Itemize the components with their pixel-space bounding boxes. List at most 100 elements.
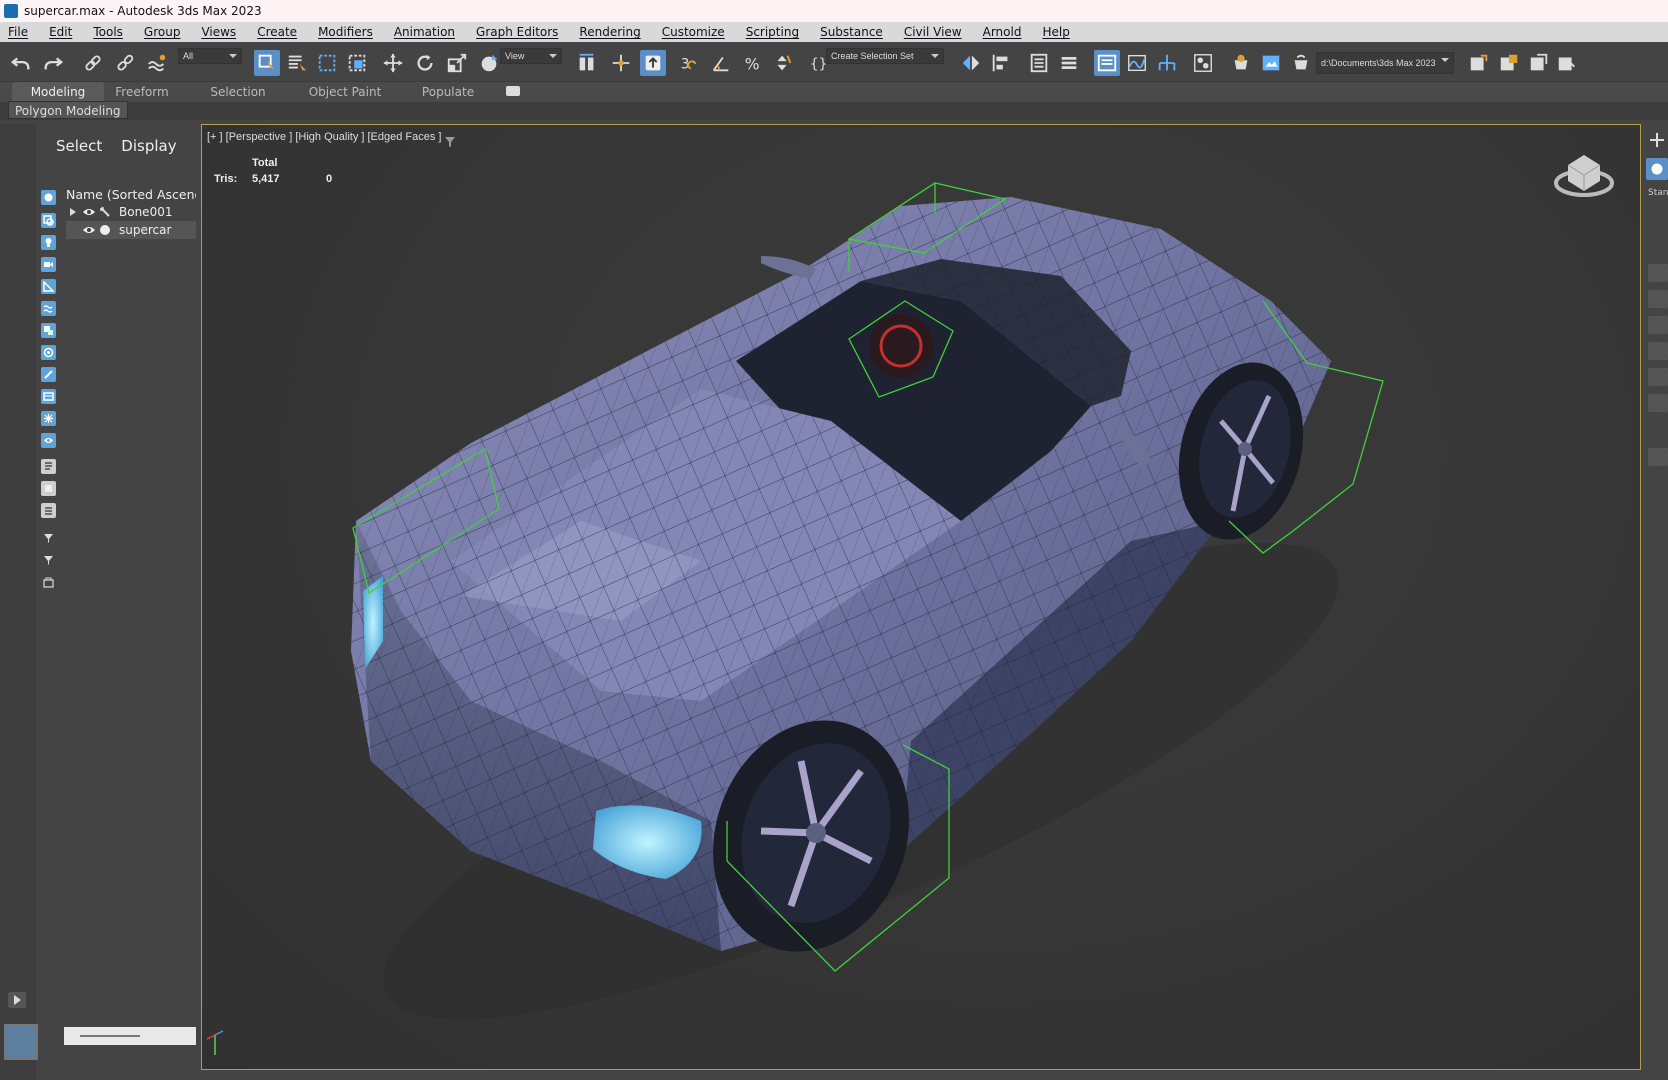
frozen-filter-icon[interactable]: [41, 411, 56, 426]
bones-filter-icon[interactable]: [41, 367, 56, 382]
polygon-modeling-tab[interactable]: Polygon Modeling: [8, 101, 128, 119]
angle-snap-icon[interactable]: [708, 50, 734, 76]
link-icon[interactable]: [80, 50, 106, 76]
menu-civil-view[interactable]: Civil View: [904, 25, 974, 39]
list-item[interactable]: supercar: [66, 221, 196, 239]
containers-filter-icon[interactable]: [41, 389, 56, 404]
selection-set-dropdown[interactable]: Create Selection Set: [826, 48, 944, 64]
rectangular-selection-icon[interactable]: [314, 50, 340, 76]
display-none-icon[interactable]: [41, 503, 56, 518]
menu-arnold[interactable]: Arnold: [983, 25, 1034, 39]
perspective-viewport[interactable]: [201, 124, 1641, 1070]
project-icon-2[interactable]: [1496, 50, 1522, 76]
toggle-scene-explorer-icon[interactable]: [1026, 50, 1052, 76]
display-children-icon[interactable]: [41, 459, 56, 474]
ribbon-options-icon[interactable]: [506, 86, 520, 96]
menu-help[interactable]: Help: [1042, 25, 1081, 39]
geometry-filter-icon[interactable]: [41, 190, 56, 205]
render-setup-icon[interactable]: [1228, 50, 1254, 76]
menu-edit[interactable]: Edit: [49, 25, 84, 39]
snaps-toggle-icon[interactable]: 3: [676, 50, 702, 76]
filter-funnel-icon[interactable]: [41, 531, 56, 546]
project-icon-4[interactable]: [1554, 50, 1580, 76]
select-by-name-icon[interactable]: [284, 50, 310, 76]
toggle-layer-explorer-icon[interactable]: [1056, 50, 1082, 76]
menu-graph-editors[interactable]: Graph Editors: [476, 25, 570, 39]
tab-populate[interactable]: Populate: [410, 82, 486, 102]
bind-space-warp-icon[interactable]: [144, 50, 170, 76]
menu-rendering[interactable]: Rendering: [579, 25, 652, 39]
helpers-filter-icon[interactable]: [41, 279, 56, 294]
rendered-frame-window-icon[interactable]: [1258, 50, 1284, 76]
reference-coordinate-dropdown[interactable]: View: [500, 48, 562, 64]
rotate-icon[interactable]: [412, 50, 438, 76]
menu-tools[interactable]: Tools: [93, 25, 135, 39]
explorer-display-tab[interactable]: Display: [121, 137, 176, 155]
display-all-icon[interactable]: [41, 481, 56, 496]
lights-filter-icon[interactable]: [41, 235, 56, 250]
rollout-button[interactable]: [1648, 368, 1668, 386]
select-manipulate-icon[interactable]: [608, 50, 634, 76]
material-editor-icon[interactable]: [1190, 50, 1216, 76]
keyboard-shortcut-override-icon[interactable]: [640, 50, 666, 76]
viewcube-icon[interactable]: [1554, 145, 1614, 201]
rollout-button[interactable]: [1648, 394, 1668, 412]
select-place-icon[interactable]: [476, 50, 502, 76]
geometry-category-icon[interactable]: [1646, 158, 1668, 180]
scale-icon[interactable]: [444, 50, 470, 76]
undo-icon[interactable]: [8, 50, 34, 76]
tab-freeform[interactable]: Freeform: [104, 82, 180, 102]
cameras-filter-icon[interactable]: [41, 257, 56, 272]
unlink-icon[interactable]: [112, 50, 138, 76]
window-crossing-icon[interactable]: [344, 50, 370, 76]
menu-substance[interactable]: Substance: [820, 25, 895, 39]
xrefs-filter-icon[interactable]: [41, 345, 56, 360]
move-icon[interactable]: [380, 50, 406, 76]
align-icon[interactable]: [988, 50, 1014, 76]
rollout-button[interactable]: [1648, 290, 1668, 308]
schematic-view-icon[interactable]: [1154, 50, 1180, 76]
tab-selection[interactable]: Selection: [200, 82, 276, 102]
curve-editor-icon[interactable]: [1124, 50, 1150, 76]
groups-filter-icon[interactable]: [41, 323, 56, 338]
menu-file[interactable]: File: [8, 25, 40, 39]
standard-primitives-dropdown[interactable]: Stand: [1648, 188, 1668, 198]
visibility-eye-icon[interactable]: [82, 225, 96, 235]
percent-snap-icon[interactable]: %: [740, 50, 766, 76]
space-warps-filter-icon[interactable]: [41, 301, 56, 316]
select-object-icon[interactable]: [254, 50, 280, 76]
project-folder-dropdown[interactable]: d:\Documents\3ds Max 2023: [1316, 52, 1454, 74]
project-icon-1[interactable]: [1466, 50, 1492, 76]
pivot-center-icon[interactable]: [574, 50, 600, 76]
rollout-button[interactable]: [1648, 316, 1668, 334]
spinner-snap-icon[interactable]: [770, 50, 796, 76]
find-icon[interactable]: [41, 575, 56, 590]
shapes-filter-icon[interactable]: [41, 213, 56, 228]
rollout-button[interactable]: [1648, 448, 1668, 466]
menu-modifiers[interactable]: Modifiers: [318, 25, 385, 39]
explorer-search-field[interactable]: [64, 1027, 196, 1045]
toggle-ribbon-icon[interactable]: [1094, 50, 1120, 76]
mirror-icon[interactable]: [958, 50, 984, 76]
expand-triangle-icon[interactable]: [68, 207, 78, 217]
selection-filter-dropdown[interactable]: All: [178, 48, 242, 64]
menu-scripting[interactable]: Scripting: [746, 25, 811, 39]
project-icon-3[interactable]: [1526, 50, 1552, 76]
render-production-icon[interactable]: [1288, 50, 1314, 76]
name-column-header[interactable]: Name (Sorted Ascending): [66, 187, 196, 202]
menu-group[interactable]: Group: [144, 25, 193, 39]
rollout-button[interactable]: [1648, 264, 1668, 282]
redo-icon[interactable]: [40, 50, 66, 76]
menu-animation[interactable]: Animation: [394, 25, 467, 39]
menu-views[interactable]: Views: [201, 25, 248, 39]
viewport-label-menu[interactable]: [+ ] [Perspective ] [High Quality ] [Edg…: [207, 131, 441, 143]
filter-toggle-icon[interactable]: [41, 553, 56, 568]
tab-modeling[interactable]: Modeling: [12, 82, 104, 102]
menu-customize[interactable]: Customize: [662, 25, 737, 39]
visibility-eye-icon[interactable]: [82, 207, 96, 217]
rollout-button[interactable]: [1648, 342, 1668, 360]
viewport-layout-thumbnail[interactable]: [4, 1024, 38, 1060]
tab-object-paint[interactable]: Object Paint: [300, 82, 390, 102]
menu-create[interactable]: Create: [257, 25, 309, 39]
hidden-filter-icon[interactable]: [41, 433, 56, 448]
